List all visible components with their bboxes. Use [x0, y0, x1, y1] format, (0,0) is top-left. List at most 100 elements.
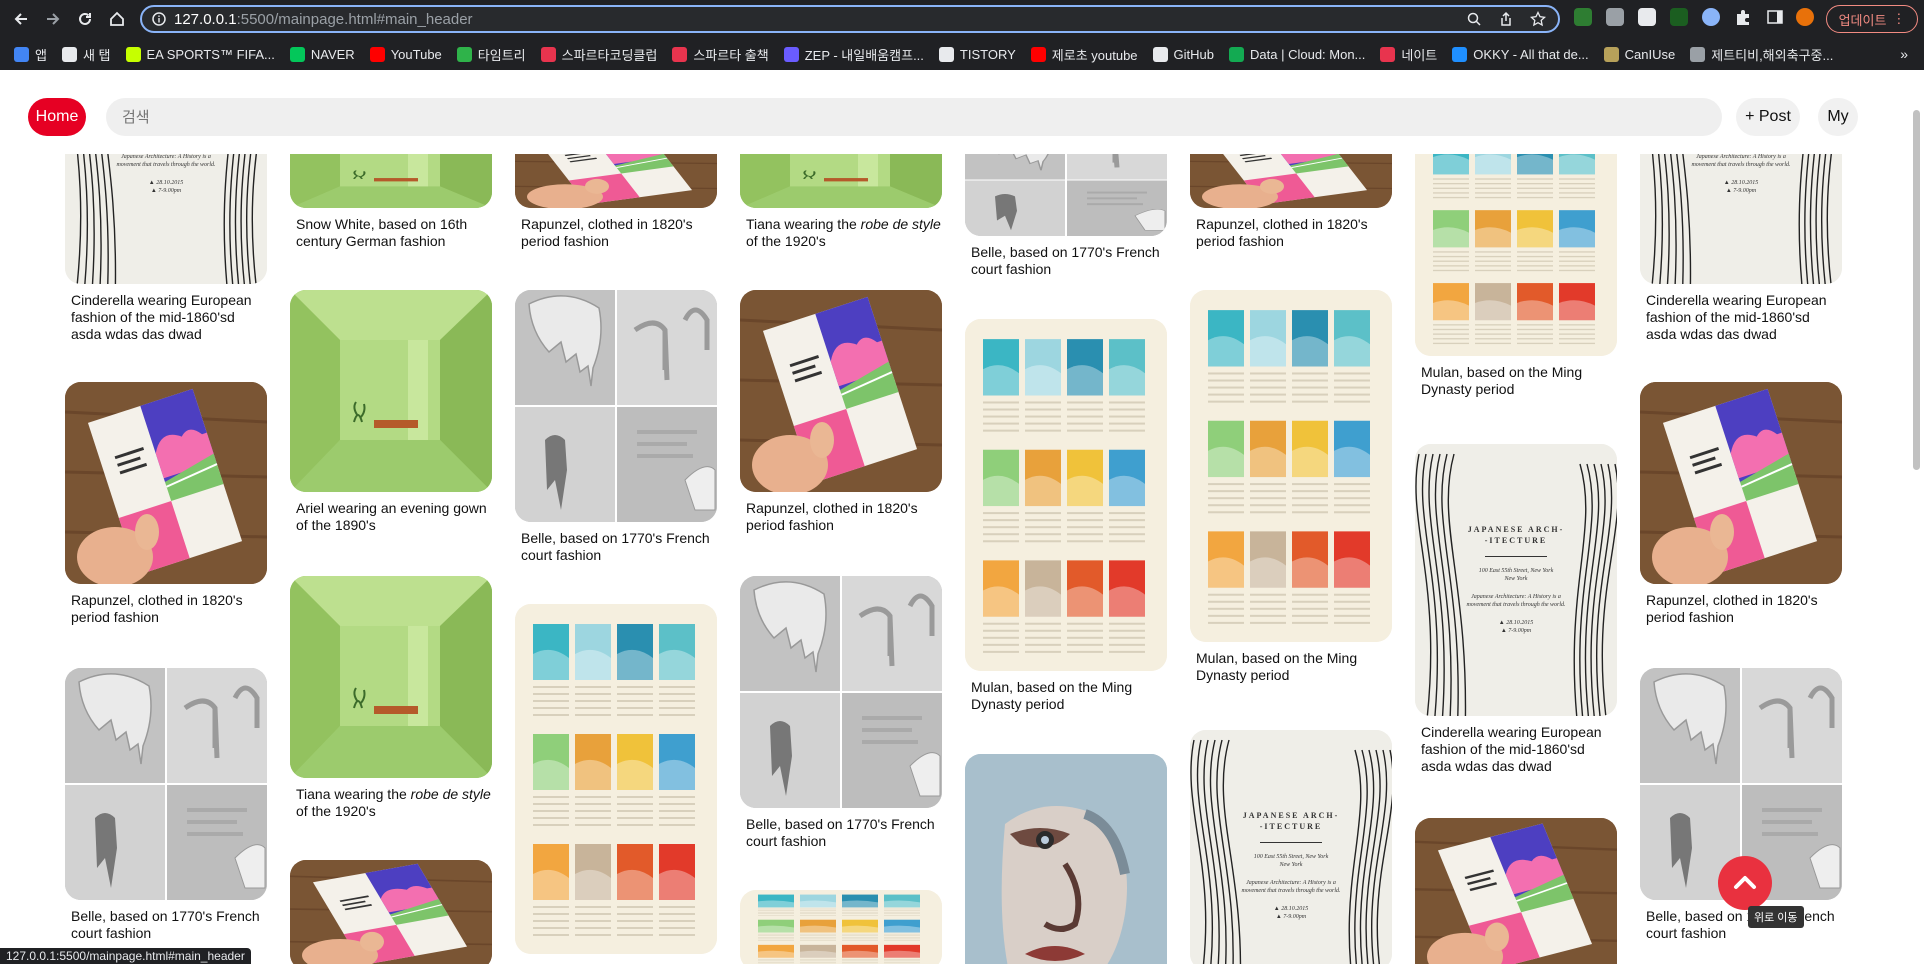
pin-card[interactable]: Ariel wearing an evening gown of the 189… [290, 290, 492, 534]
pin-card[interactable]: Belle, based on 1770's French court fash… [740, 576, 942, 850]
pin-image[interactable] [1415, 154, 1617, 356]
reload-icon[interactable] [72, 6, 98, 32]
pin-card[interactable]: Belle, based on 1770's French court fash… [965, 154, 1167, 278]
pin-card[interactable]: Tiana wearing the robe de style of the 1… [290, 576, 492, 820]
pin-image[interactable] [515, 290, 717, 522]
pin-image[interactable] [965, 319, 1167, 671]
extension-icon[interactable] [1574, 8, 1592, 26]
scroll-top-button[interactable] [1718, 856, 1772, 910]
bookmark-item[interactable]: CanIUse [1603, 46, 1675, 62]
pin-card[interactable]: Belle, based on 1770's French court fash… [65, 668, 267, 942]
pin-card[interactable]: Tiana wearing the robe de style of the 1… [740, 154, 942, 250]
scrollbar-thumb[interactable] [1913, 110, 1920, 470]
pin-image[interactable] [740, 576, 942, 808]
pin-caption: Rapunzel, clothed in 1820's period fashi… [746, 500, 918, 533]
bookmark-item[interactable]: NAVER [289, 46, 355, 62]
pin-image[interactable] [290, 154, 492, 208]
pin-card[interactable]: Rapunzel, clothed in 1820's period fashi… [1190, 154, 1392, 250]
pin-image[interactable] [515, 154, 717, 208]
main-header: Home + Post My [0, 70, 1924, 154]
bookmark-item[interactable]: ZEP - 내일배움캠프... [783, 45, 924, 64]
pin-image[interactable]: JAPANESE ARCH- -ITECTURE100 East 55th St… [1640, 154, 1842, 284]
pin-image[interactable]: JAPANESE ARCH- -ITECTURE100 East 55th St… [1415, 444, 1617, 716]
more-bookmarks-icon[interactable]: » [1900, 46, 1908, 62]
pin-card[interactable]: Snow White, based on 16th century German… [290, 154, 492, 250]
pin-image[interactable] [65, 382, 267, 584]
bookmark-item[interactable]: 스파르타 출책 [672, 45, 769, 64]
pin-card[interactable]: JAPANESE ARCH- -ITECTURE100 East 55th St… [1190, 730, 1392, 964]
extension-icon[interactable] [1702, 8, 1720, 26]
pin-image[interactable]: JAPANESE ARCH- -ITECTURE100 East 55th St… [65, 154, 267, 284]
info-icon[interactable] [152, 12, 166, 26]
bookmark-label: 새 탭 [82, 47, 111, 63]
pin-image[interactable] [1415, 818, 1617, 964]
pin-image[interactable] [1190, 154, 1392, 208]
pin-card[interactable]: Rapunzel, clothed in 1820's period fashi… [1640, 382, 1842, 626]
pin-caption-text: Tiana wearing the [296, 786, 411, 802]
puzzle-icon[interactable] [1734, 8, 1752, 26]
poster-date: ▲ 28.10.2015 [1498, 620, 1534, 626]
pin-image[interactable] [290, 576, 492, 778]
pin-card[interactable] [515, 604, 717, 954]
home-button[interactable]: Home [28, 98, 86, 136]
bookmark-item[interactable]: 제로초 youtube [1030, 45, 1138, 64]
search-input[interactable] [106, 98, 1722, 136]
pin-card[interactable]: Rapunzel, clothed in 1820's period fashi… [515, 154, 717, 250]
pin-image[interactable] [65, 668, 267, 900]
address-bar[interactable]: 127.0.0.1:5500/mainpage.html#main_header [140, 5, 1560, 33]
kebab-menu-icon[interactable]: ⋮ [1892, 11, 1905, 27]
forward-icon[interactable] [40, 6, 66, 32]
pin-card[interactable]: Rapunzel, clothed in 1820's period fashi… [65, 382, 267, 626]
sidepanel-icon[interactable] [1766, 8, 1784, 26]
bookmark-item[interactable]: Data | Cloud: Mon... [1229, 46, 1365, 62]
pin-card[interactable] [740, 890, 942, 964]
pin-image[interactable] [740, 154, 942, 208]
pin-card[interactable]: JAPANESE ARCH- -ITECTURE100 East 55th St… [65, 154, 267, 343]
poster-time: ▲ 7-9.00pm [1500, 628, 1532, 634]
pin-card[interactable] [965, 754, 1167, 964]
pin-card[interactable]: Mulan, based on the Ming Dynasty period [1415, 154, 1617, 398]
star-icon[interactable] [1529, 10, 1547, 31]
bookmark-item[interactable]: 타임트리 [456, 45, 526, 64]
bookmark-item[interactable]: 앱 [14, 45, 47, 64]
bookmark-item[interactable]: YouTube [369, 46, 442, 62]
back-icon[interactable] [8, 6, 34, 32]
bookmark-favicon-icon [1152, 46, 1168, 62]
bookmark-item[interactable]: 네이트 [1380, 45, 1437, 64]
pin-card[interactable]: JAPANESE ARCH- -ITECTURE100 East 55th St… [1415, 444, 1617, 775]
bookmark-item[interactable]: 스파르타코딩클럽 [540, 45, 657, 64]
pin-image[interactable] [290, 860, 492, 964]
extension-icon[interactable] [1638, 8, 1656, 26]
post-button[interactable]: + Post [1736, 98, 1800, 136]
pin-image[interactable] [290, 290, 492, 492]
extension-icon[interactable] [1670, 8, 1688, 26]
home-icon[interactable] [104, 6, 130, 32]
bookmark-item[interactable]: OKKY - All that de... [1452, 46, 1589, 62]
pin-image[interactable] [1190, 290, 1392, 642]
profile-avatar-icon[interactable] [1796, 8, 1814, 26]
pin-card[interactable] [290, 860, 492, 964]
pin-card[interactable]: Rapunzel, clothed in 1820's period fashi… [740, 290, 942, 534]
pin-image[interactable]: JAPANESE ARCH- -ITECTURE100 East 55th St… [1190, 730, 1392, 964]
share-icon[interactable] [1498, 11, 1514, 31]
pin-image[interactable] [740, 290, 942, 492]
zoom-icon[interactable] [1466, 11, 1482, 31]
pin-card[interactable]: Mulan, based on the Ming Dynasty period [1190, 290, 1392, 684]
update-button[interactable]: 업데이트 ⋮ [1826, 5, 1918, 33]
pin-image[interactable] [515, 604, 717, 954]
pin-image[interactable] [1640, 382, 1842, 584]
bookmark-item[interactable]: 새 탭 [61, 45, 111, 64]
pin-card[interactable]: Mulan, based on the Ming Dynasty period [965, 319, 1167, 713]
pin-image[interactable] [740, 890, 942, 964]
pin-image[interactable] [965, 154, 1167, 236]
bookmark-item[interactable]: EA SPORTS™ FIFA... [125, 46, 275, 62]
pin-card[interactable]: Belle, based on 1770's French court fash… [515, 290, 717, 564]
my-button[interactable]: My [1818, 98, 1858, 136]
bookmark-item[interactable]: GitHub [1152, 46, 1214, 62]
pin-image[interactable] [965, 754, 1167, 964]
pin-card[interactable] [1415, 818, 1617, 964]
bookmark-item[interactable]: TISTORY [938, 46, 1016, 62]
bookmark-item[interactable]: 제트티비,해외축구중... [1690, 45, 1833, 64]
pin-card[interactable]: JAPANESE ARCH- -ITECTURE100 East 55th St… [1640, 154, 1842, 343]
extension-icon[interactable] [1606, 8, 1624, 26]
